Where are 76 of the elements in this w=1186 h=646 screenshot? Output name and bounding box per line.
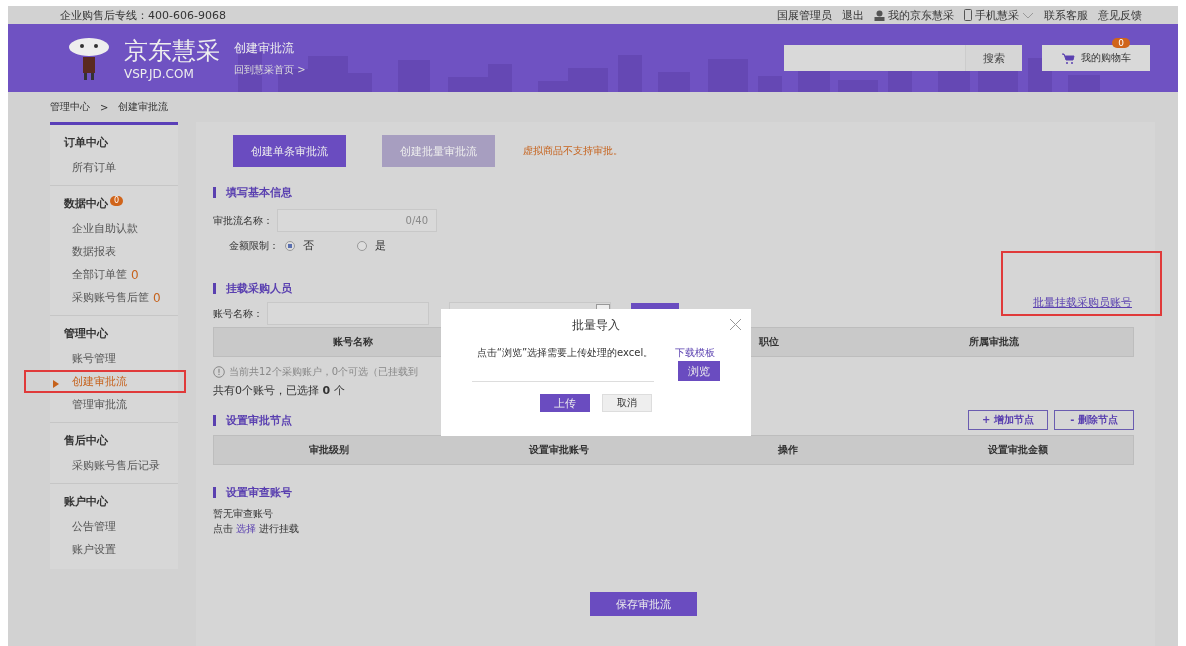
table-header-cell-text: 所属审批流: [968, 335, 1020, 349]
mode-tab[interactable]: 创建单条审批流: [233, 135, 346, 167]
top-link[interactable]: 手机慧采: [964, 7, 1034, 23]
notice-text: 虚拟商品不支持审批。: [523, 144, 623, 158]
empty-reviewer-text: 暂无审查账号: [213, 507, 273, 521]
char-counter: 0/40: [405, 215, 428, 226]
sidebar-item[interactable]: 公告管理: [64, 515, 166, 538]
sidebar-item[interactable]: 账户设置: [64, 538, 166, 561]
hotline-text: 企业购售后专线：400-606-9068: [60, 7, 226, 23]
top-link[interactable]: 联系客服: [1044, 7, 1088, 23]
field-label: 金额限制：: [229, 238, 279, 253]
search-field[interactable]: 搜索: [784, 45, 1022, 71]
section-heading: 填写基本信息: [213, 183, 1134, 201]
back-home-link[interactable]: 回到慧采首页 >: [234, 62, 306, 77]
sidebar-group-title: 账户中心: [64, 494, 108, 509]
close-icon[interactable]: [730, 319, 741, 330]
field-label: 账号名称：: [213, 306, 263, 321]
radio-button[interactable]: [285, 240, 295, 251]
sidebar-item[interactable]: 账号管理: [64, 347, 166, 370]
select-link[interactable]: 选择: [236, 523, 257, 534]
top-link[interactable]: 我的京东慧采: [874, 7, 954, 23]
table-header-cell-text: 操作: [777, 443, 800, 457]
triangle-right-icon: [53, 380, 59, 388]
mount-hint: 点击 选择 进行挂载: [213, 522, 300, 536]
field-label: 审批流名称：: [213, 213, 273, 228]
breadcrumb-separator: >: [100, 101, 109, 113]
browse-button[interactable]: 浏览: [678, 361, 720, 381]
sidebar-item[interactable]: 企业自助认款: [64, 217, 166, 240]
delete-node-button[interactable]: - 删除节点: [1054, 410, 1134, 430]
dialog-instruction: 点击“浏览”选择需要上传处理的excel。: [476, 346, 654, 360]
dialog-title: 批量导入: [572, 317, 620, 334]
sidebar-group-title: 管理中心: [64, 326, 108, 341]
sidebar-item[interactable]: 采购账号售后筐 0: [64, 286, 166, 309]
cancel-button[interactable]: 取消: [602, 394, 652, 412]
sidebar-item[interactable]: 数据报表: [64, 240, 166, 263]
top-link[interactable]: 国展管理员: [777, 7, 832, 23]
phone-icon: [964, 9, 972, 21]
person-icon: [874, 9, 885, 21]
sidebar-item[interactable]: 创建审批流: [64, 372, 166, 391]
section-heading: 设置审批节点: [213, 411, 292, 429]
logo-subtitle: VSP.JD.COM: [124, 67, 195, 81]
count-badge: 0: [110, 196, 124, 206]
download-template-link[interactable]: 下载模板: [675, 346, 716, 360]
upload-button[interactable]: 上传: [540, 394, 590, 412]
cart-count-badge: 0: [1112, 38, 1130, 48]
table-header-cell-text: 设置审批金额: [987, 443, 1050, 457]
cart-icon: [1061, 52, 1075, 64]
table-header-cell-text: 设置审批账号: [527, 443, 590, 457]
sidebar-group-title: 售后中心: [64, 433, 108, 448]
radio-option[interactable]: 否: [285, 238, 351, 253]
sidebar-item[interactable]: 管理审批流: [64, 393, 166, 416]
radio-button[interactable]: [357, 240, 367, 251]
sidebar-item[interactable]: 采购账号售后记录: [64, 454, 166, 477]
cart-button[interactable]: 我的购物车: [1042, 45, 1150, 71]
sidebar-item[interactable]: 所有订单: [64, 156, 166, 179]
mount-note: 当前共12个采购账户，0个可选（已挂载到: [229, 365, 419, 379]
radio-option[interactable]: 是: [357, 238, 423, 253]
breadcrumb-link[interactable]: 管理中心: [50, 100, 90, 114]
save-flow-button[interactable]: 保存审批流: [590, 592, 697, 616]
table-header-cell-text: 审批级别: [307, 443, 350, 457]
chevron-down-icon: [1022, 11, 1034, 19]
sidebar-group-title: 订单中心: [64, 135, 108, 150]
add-node-button[interactable]: + 增加节点: [968, 410, 1048, 430]
table-header-cell-text: 账号名称: [332, 335, 374, 349]
info-icon: [213, 366, 225, 378]
batch-mount-link[interactable]: 批量挂载采购员账号: [1033, 296, 1132, 309]
logo-title: 京东慧采: [124, 36, 220, 67]
sidebar-item[interactable]: 全部订单筐 0: [64, 263, 166, 286]
top-link[interactable]: 意见反馈: [1098, 7, 1142, 23]
section-heading: 设置审查账号: [213, 483, 1134, 501]
breadcrumb-current: 创建审批流: [118, 100, 169, 114]
section-heading: 挂载采购人员: [213, 279, 292, 298]
top-link[interactable]: 退出: [842, 7, 864, 23]
sidebar-group-title: 数据中心: [64, 196, 108, 211]
page-title: 创建审批流: [234, 39, 295, 57]
table-header-cell-text: 职位: [757, 335, 780, 349]
